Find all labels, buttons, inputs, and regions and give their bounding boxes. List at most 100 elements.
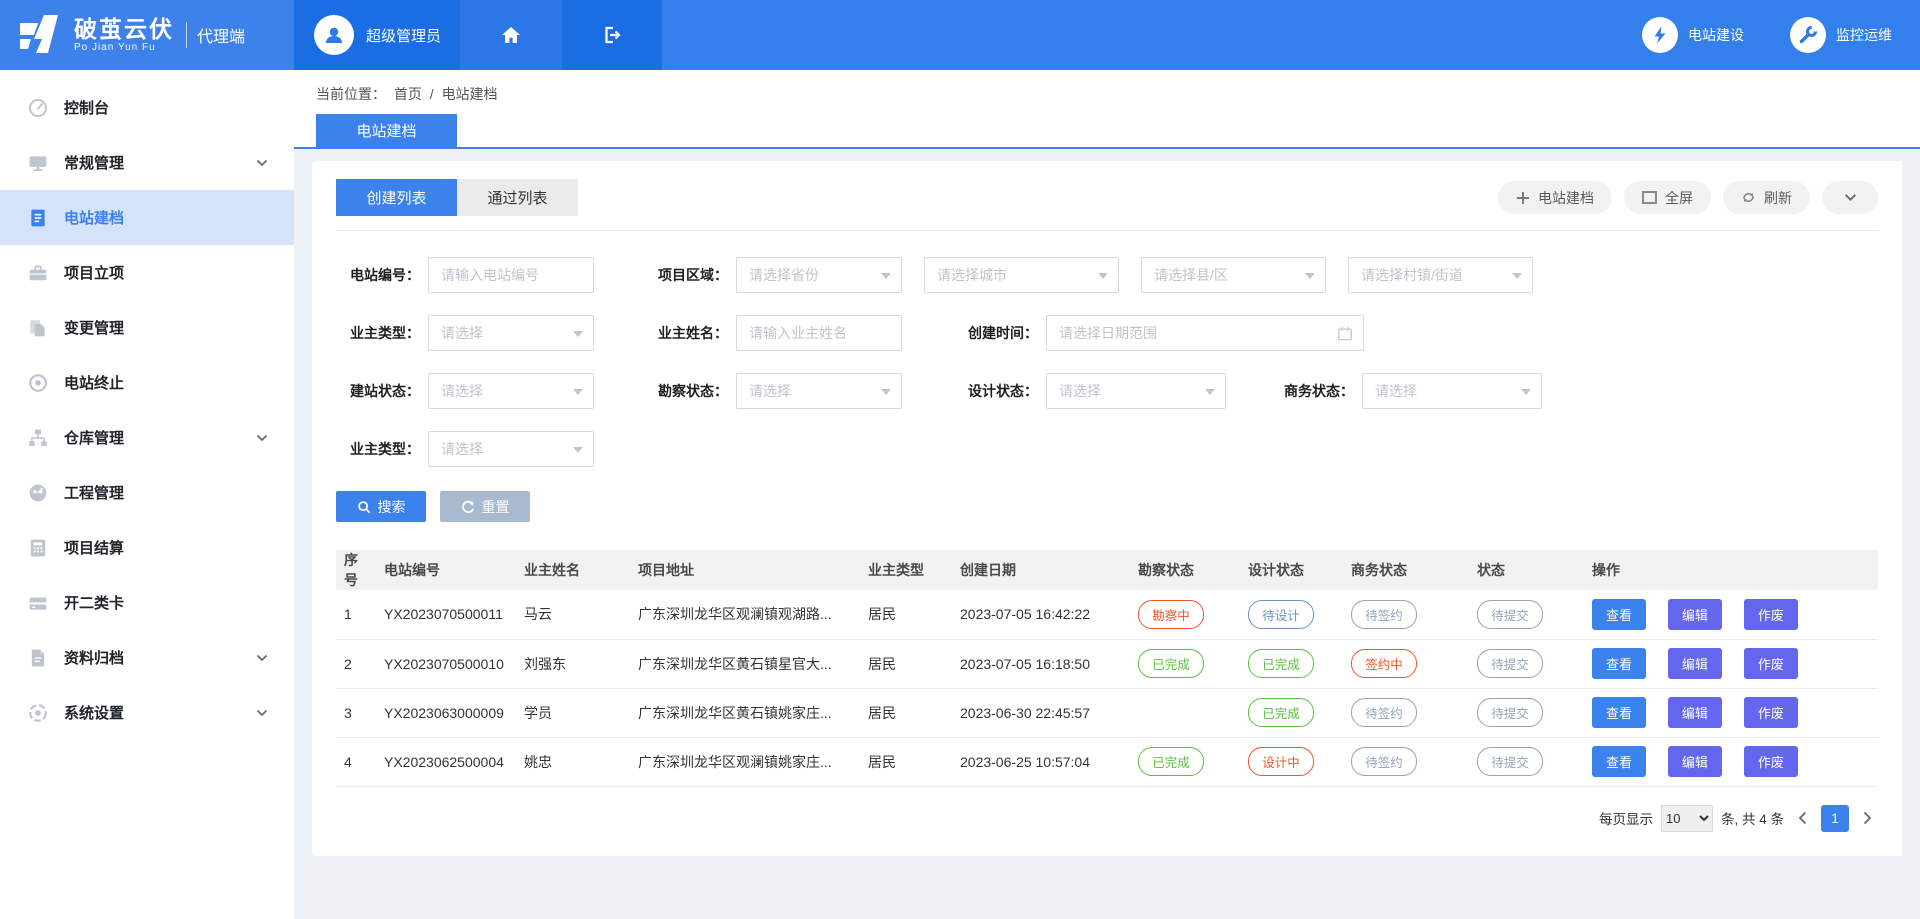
sidebar-item-general-mgmt[interactable]: 常规管理 [0,135,294,190]
monitor-icon [28,153,48,173]
survey-status-select[interactable]: 请选择 [736,373,902,409]
breadcrumb-separator: / [430,86,434,102]
target-icon [28,373,48,393]
caret-down-icon [573,389,583,395]
add-station-button[interactable]: 电站建档 [1498,181,1612,214]
fullscreen-icon [1642,191,1657,204]
user-name: 超级管理员 [366,25,441,46]
edit-button[interactable]: 编辑 [1668,648,1722,679]
cell-address: 广东深圳龙华区黄石镇姚家庄... [630,688,860,737]
cell-no: 3 [336,688,376,737]
status-badge: 待提交 [1477,649,1543,678]
prev-page-button[interactable] [1792,807,1813,829]
design-status-select[interactable]: 请选择 [1046,373,1226,409]
reset-button[interactable]: 重置 [440,491,530,522]
table-row: 1 YX2023070500011 马云 广东深圳龙华区观澜镇观湖路... 居民… [336,590,1878,639]
view-button[interactable]: 查看 [1592,648,1646,679]
collapse-toolbar-button[interactable] [1822,181,1878,214]
sidebar-item-label: 电站终止 [64,372,124,393]
chevron-down-icon [1844,193,1857,202]
cell-address: 广东深圳龙华区观澜镇姚家庄... [630,737,860,786]
refresh-button[interactable]: 刷新 [1723,181,1810,214]
reset-label: 重置 [482,497,510,517]
sidebar-item-data-archive[interactable]: 资料归档 [0,630,294,685]
business-status-label: 商务状态： [1270,381,1354,401]
void-button[interactable]: 作废 [1744,599,1798,630]
refresh-label: 刷新 [1764,188,1792,208]
design-status-placeholder: 请选择 [1059,381,1101,401]
page-1-button[interactable]: 1 [1821,805,1849,832]
edit-button[interactable]: 编辑 [1668,697,1722,728]
per-page-select[interactable]: 10 [1661,805,1713,832]
sidebar-item-engineering-mgmt[interactable]: 工程管理 [0,465,294,520]
sidebar-item-warehouse-mgmt[interactable]: 仓库管理 [0,410,294,465]
search-button[interactable]: 搜索 [336,491,426,522]
sidebar-item-label: 资料归档 [64,647,124,668]
cell-created: 2023-07-05 16:42:22 [952,590,1130,639]
sidebar-item-change-mgmt[interactable]: 变更管理 [0,300,294,355]
user-menu[interactable]: 超级管理员 [294,0,460,70]
cell-type: 居民 [860,590,952,639]
calculator-icon [28,538,48,558]
gear-icon [28,703,48,723]
void-button[interactable]: 作废 [1744,697,1798,728]
archive-icon [28,648,48,668]
tab-passed-list[interactable]: 通过列表 [457,179,578,216]
pagination: 每页显示 10 条, 共 4 条 1 [336,805,1878,832]
void-button[interactable]: 作废 [1744,746,1798,777]
business-status-badge: 待签约 [1351,600,1417,629]
build-status-select[interactable]: 请选择 [428,373,594,409]
sidebar-item-project-settlement[interactable]: 项目结算 [0,520,294,575]
cell-code: YX2023070500010 [376,639,516,688]
edit-button[interactable]: 编辑 [1668,746,1722,777]
briefcase-icon [28,263,48,283]
view-button[interactable]: 查看 [1592,746,1646,777]
sidebar-item-station-termination[interactable]: 电站终止 [0,355,294,410]
home-button[interactable] [460,0,562,70]
cell-no: 2 [336,639,376,688]
sidebar-item-system-settings[interactable]: 系统设置 [0,685,294,740]
caret-down-icon [1098,273,1108,279]
card-icon [28,593,48,613]
sidebar-item-station-archive[interactable]: 电站建档 [0,190,294,245]
void-button[interactable]: 作废 [1744,648,1798,679]
owner-type2-label: 业主类型： [336,439,420,459]
fullscreen-button[interactable]: 全屏 [1624,181,1711,214]
edit-button[interactable]: 编辑 [1668,599,1722,630]
view-button[interactable]: 查看 [1592,599,1646,630]
city-select[interactable]: 请选择城市 [924,257,1119,293]
page-tab-station-archive[interactable]: 电站建档 [316,114,457,147]
sidebar-item-label: 工程管理 [64,482,124,503]
village-select[interactable]: 请选择村镇/街道 [1348,257,1533,293]
cell-owner: 姚忠 [516,737,630,786]
survey-status-badge: 勘察中 [1138,600,1204,629]
cell-created: 2023-06-25 10:57:04 [952,737,1130,786]
sidebar-item-console[interactable]: 控制台 [0,80,294,135]
logo-subtitle: Po Jian Yun Fu [74,42,174,53]
tab-create-list[interactable]: 创建列表 [336,179,457,216]
total-count-label: 条, 共 4 条 [1721,808,1784,828]
owner-type-select[interactable]: 请选择 [428,315,594,351]
nav-station-build[interactable]: 电站建设 [1642,17,1744,53]
create-time-range-input[interactable]: 请选择日期范围 [1046,315,1364,351]
station-code-input[interactable] [428,257,594,293]
sidebar-item-open-class2-card[interactable]: 开二类卡 [0,575,294,630]
owner-type2-select[interactable]: 请选择 [428,431,594,467]
per-page-label: 每页显示 [1599,808,1653,828]
breadcrumb-home[interactable]: 首页 [394,86,422,102]
cell-owner: 刘强东 [516,639,630,688]
county-select[interactable]: 请选择县/区 [1141,257,1326,293]
nav-monitor-ops[interactable]: 监控运维 [1790,17,1892,53]
province-select[interactable]: 请选择省份 [736,257,902,293]
owner-name-input[interactable] [736,315,902,351]
sidebar-item-project-initiation[interactable]: 项目立项 [0,245,294,300]
col-header-created: 创建日期 [952,550,1130,590]
business-status-badge: 签约中 [1351,649,1417,678]
business-status-select[interactable]: 请选择 [1362,373,1542,409]
view-button[interactable]: 查看 [1592,697,1646,728]
next-page-button[interactable] [1857,807,1878,829]
logout-icon [600,23,624,47]
panel-toolbar: 电站建档 全屏 [1498,181,1878,214]
chevron-right-icon [1863,811,1872,825]
logout-button[interactable] [562,0,662,70]
